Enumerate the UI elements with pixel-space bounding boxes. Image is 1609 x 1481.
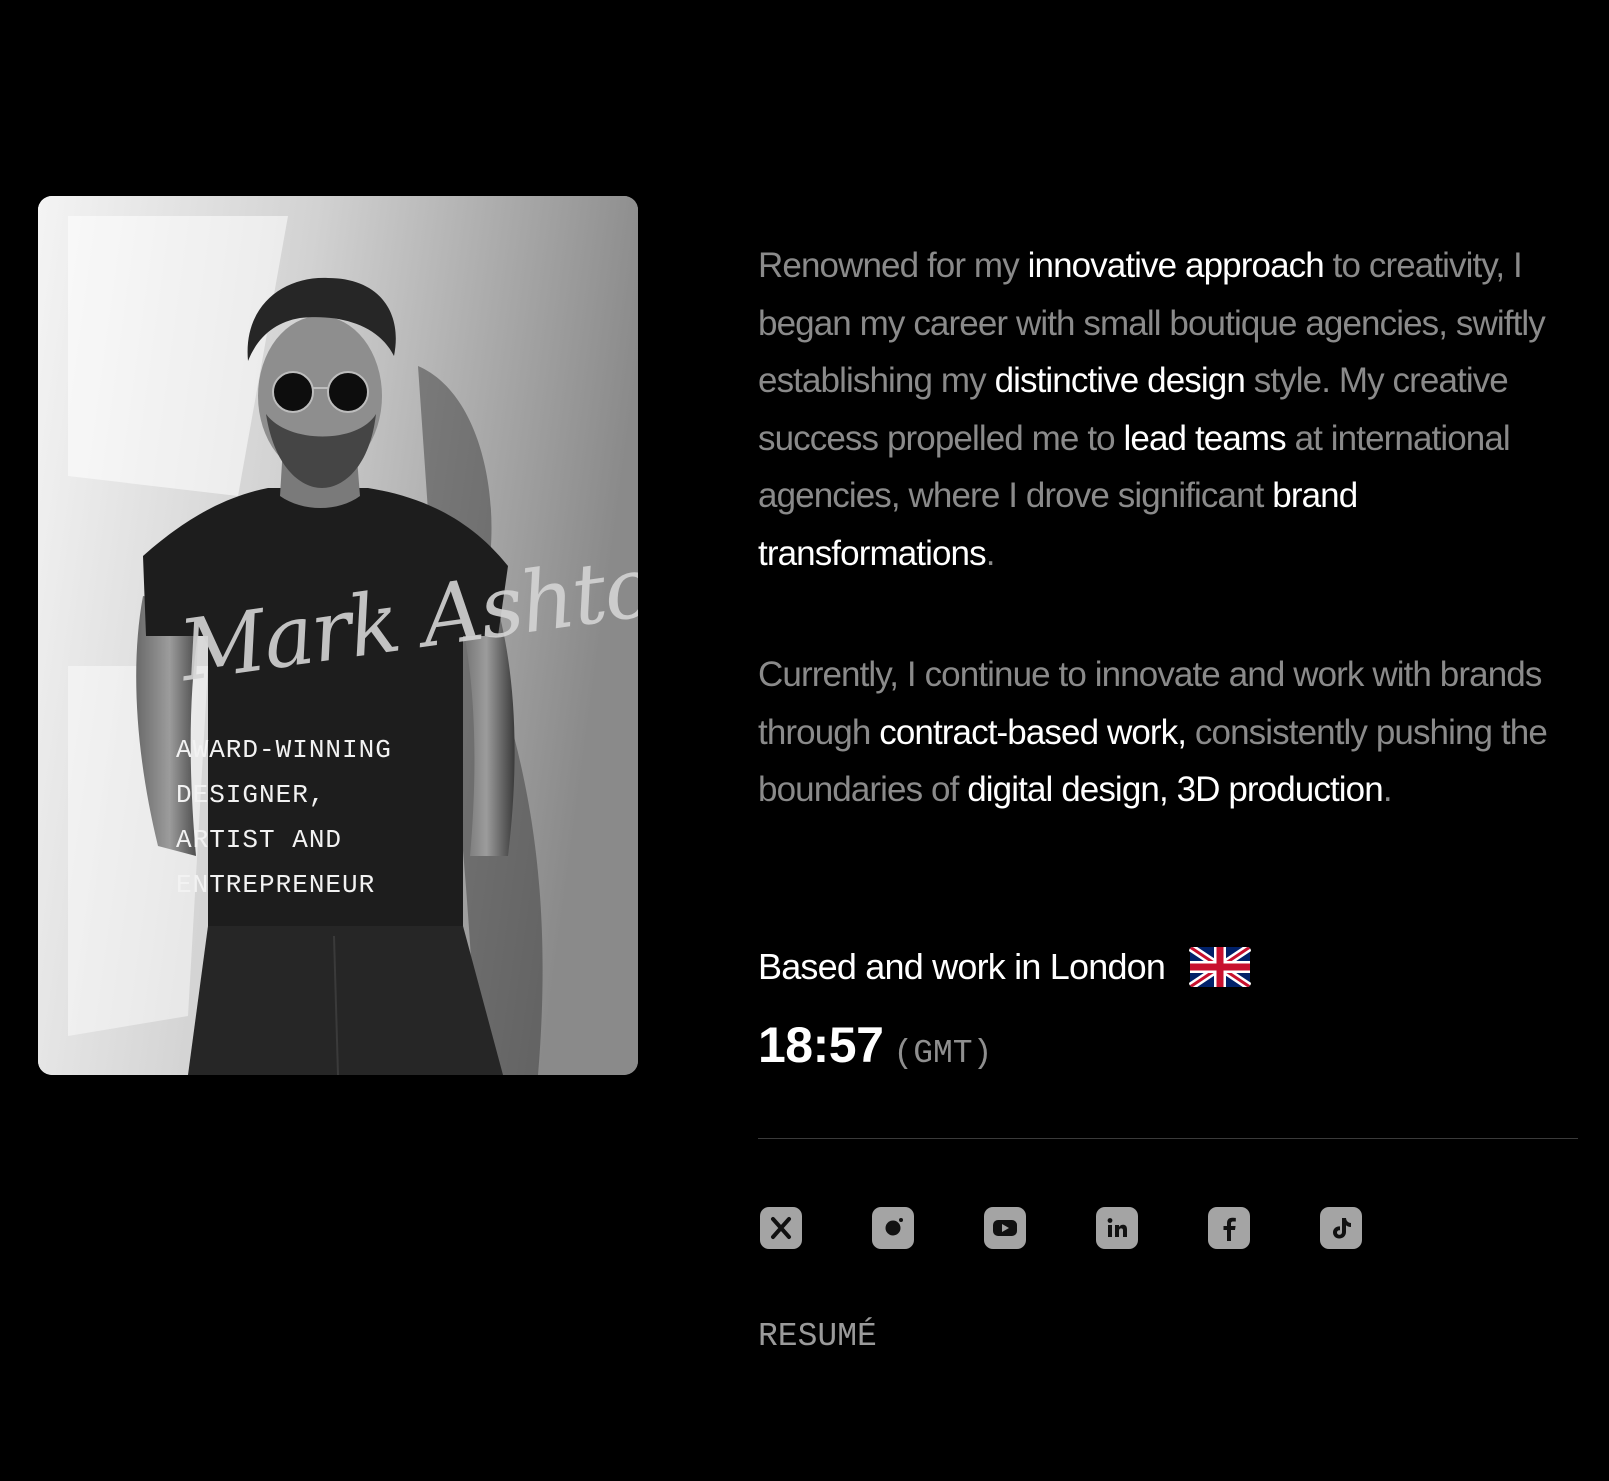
tagline-line: ARTIST AND	[176, 825, 343, 855]
bio-paragraph-2: Currently, I continue to innovate and wo…	[758, 646, 1588, 819]
tagline-line: DESIGNER,	[176, 780, 326, 810]
clock-timezone: (GMT)	[893, 1035, 993, 1072]
bio-paragraph-1: Renowned for my innovative approach to c…	[758, 237, 1588, 582]
social-links	[760, 1207, 1362, 1249]
tagline-line: ENTREPRENEUR	[176, 870, 376, 900]
bio-text: .	[1382, 770, 1393, 809]
portrait-card: Mark Ashton AWARD-WINNING DESIGNER, ARTI…	[38, 196, 638, 1075]
instagram-link[interactable]	[872, 1207, 914, 1249]
facebook-icon	[1223, 1217, 1236, 1241]
location-row: Based and work in London	[758, 946, 1252, 988]
linkedin-icon	[1107, 1218, 1127, 1237]
linkedin-link[interactable]	[1096, 1207, 1138, 1249]
portrait-tagline: AWARD-WINNING DESIGNER, ARTIST AND ENTRE…	[176, 728, 476, 908]
youtube-link[interactable]	[984, 1207, 1026, 1249]
tiktok-link[interactable]	[1320, 1207, 1362, 1249]
bio-text: .	[985, 533, 996, 573]
resume-link[interactable]: RESUMÉ	[758, 1318, 877, 1355]
bio-highlight: contract-based work,	[879, 712, 1187, 752]
bio-highlight: digital design, 3D production	[967, 770, 1383, 809]
youtube-icon	[993, 1220, 1017, 1236]
x-link[interactable]	[760, 1207, 802, 1249]
tiktok-icon	[1333, 1218, 1351, 1239]
facebook-link[interactable]	[1208, 1207, 1250, 1249]
location-text: Based and work in London	[758, 946, 1166, 987]
divider	[758, 1138, 1578, 1139]
instagram-icon	[885, 1218, 903, 1236]
x-icon	[771, 1217, 791, 1239]
bio-highlight: innovative approach	[1027, 246, 1325, 285]
uk-flag-icon	[1189, 947, 1252, 987]
bio-highlight: lead teams	[1123, 418, 1287, 458]
bio-highlight: distinctive design	[994, 361, 1246, 400]
tagline-line: AWARD-WINNING	[176, 735, 392, 765]
local-clock: 18:57 (GMT)	[758, 1016, 992, 1074]
bio-text: Renowned for my	[758, 246, 1028, 285]
clock-time: 18:57	[758, 1017, 884, 1073]
